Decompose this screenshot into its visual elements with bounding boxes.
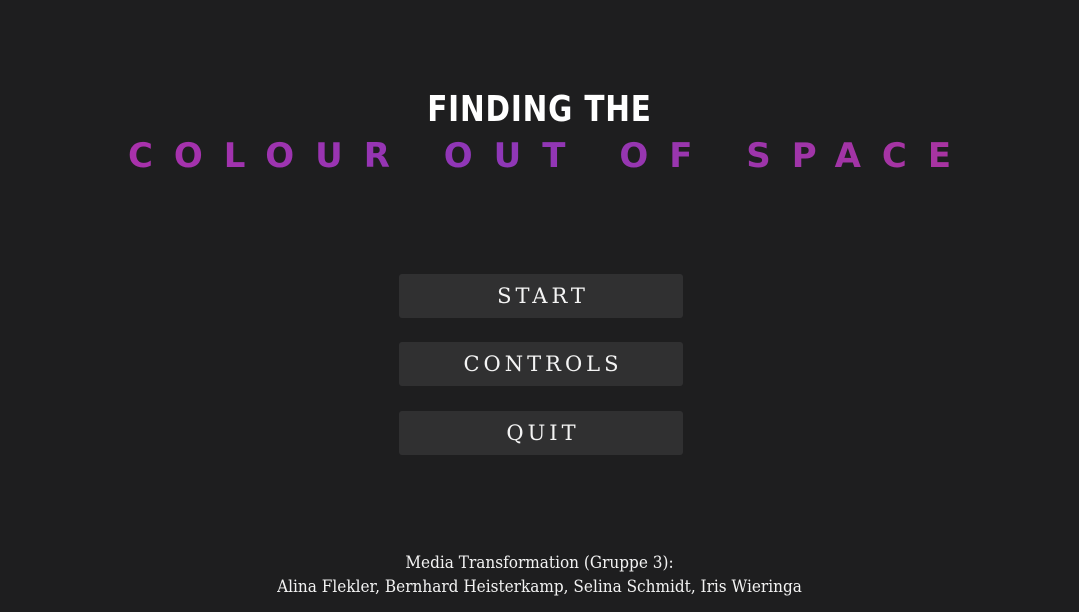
game-title-line-2: COLOUR OUT OF SPACE (0, 134, 1079, 178)
credits-group: Media Transformation (Gruppe 3): (405, 553, 674, 573)
game-title-line-1: FINDING THE (427, 89, 652, 130)
start-button[interactable]: START (399, 274, 683, 318)
controls-button[interactable]: CONTROLS (399, 342, 683, 386)
credits: Media Transformation (Gruppe 3): Alina F… (0, 551, 1079, 599)
credits-authors: Alina Flekler, Bernhard Heisterkamp, Sel… (277, 577, 802, 597)
quit-button[interactable]: QUIT (399, 411, 683, 455)
main-menu-screen: FINDING THE COLOUR OUT OF SPACE START CO… (0, 0, 1079, 612)
